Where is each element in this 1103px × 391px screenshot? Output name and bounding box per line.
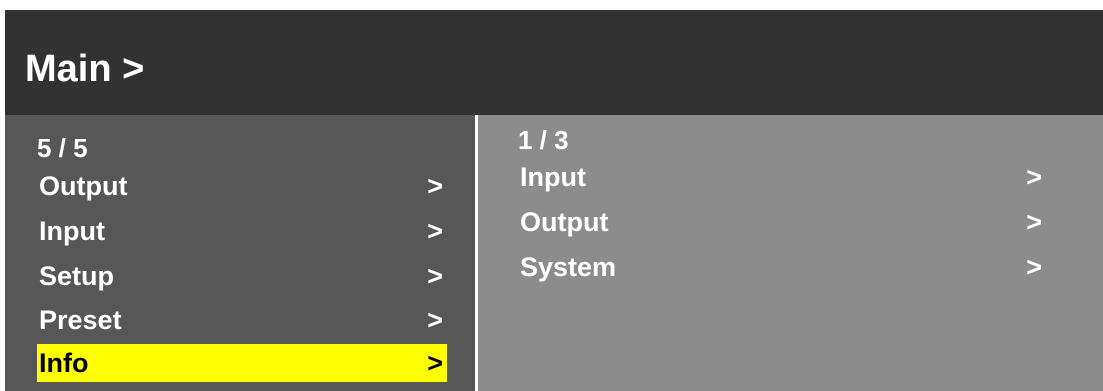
submenu-arrow-icon: > [427,348,443,378]
submenu-arrow-icon: > [427,305,443,335]
right-menu-counter: 1 / 3 [518,125,569,155]
submenu-item-output[interactable]: Output > [518,203,1046,241]
submenu-item-system[interactable]: System > [518,248,1046,286]
menu-item-label: Output [39,171,128,201]
submenu-arrow-icon: > [427,216,443,246]
menu-item-input[interactable]: Input > [37,212,447,250]
menu-item-label: Setup [39,261,115,291]
submenu-arrow-icon: > [427,171,443,201]
submenu-arrow-icon: > [1026,207,1042,237]
menu-item-output[interactable]: Output > [37,167,447,205]
submenu-arrow-icon: > [1026,252,1042,282]
submenu-item-label: Input [520,162,586,192]
submenu-item-label: System [520,252,617,282]
submenu-arrow-icon: > [1026,162,1042,192]
menu-item-preset[interactable]: Preset > [37,301,447,339]
left-menu-panel: 5 / 5 Output > Input > Setup > Preset > … [5,115,475,391]
submenu-arrow-icon: > [427,261,443,291]
submenu-item-label: Output [520,207,609,237]
osd-screen: Main > 5 / 5 Output > Input > Setup > Pr… [5,10,1103,391]
menu-item-setup[interactable]: Setup > [37,257,447,295]
menu-item-info[interactable]: Info > [37,344,447,382]
left-menu-counter: 5 / 5 [37,133,88,163]
menu-title: Main > [25,48,145,90]
menu-item-label: Input [39,216,105,246]
submenu-item-input[interactable]: Input > [518,158,1046,196]
menu-header: Main > [5,10,1103,115]
right-submenu-panel: 1 / 3 Input > Output > System > [478,115,1103,391]
menu-item-label: Preset [39,305,122,335]
menu-item-label: Info [39,348,89,378]
